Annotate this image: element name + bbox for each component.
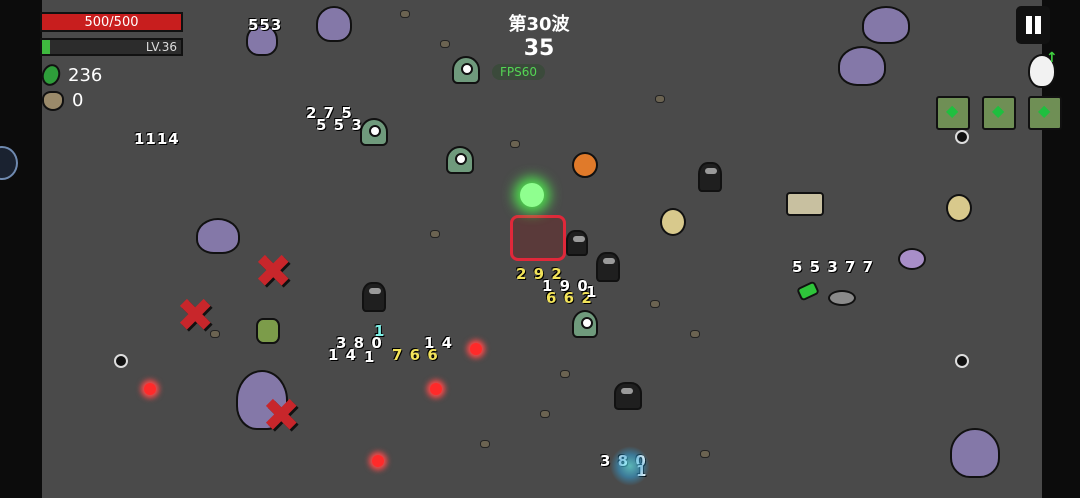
bag-icon (42, 90, 64, 111)
eyeball-enemy (660, 208, 686, 236)
arena-left-wall (0, 0, 42, 498)
health-bar: 500/500 (40, 12, 183, 32)
ghost-blob-enemy (316, 6, 352, 42)
gem-counter: 236 (38, 61, 103, 89)
rock (690, 330, 700, 338)
alien-enemy (360, 118, 388, 146)
experience-bar: LV.36 (40, 38, 183, 56)
item-crate-icon[interactable] (936, 96, 970, 130)
robot-enemy (362, 282, 386, 312)
hit-effect (610, 446, 650, 486)
experience-bar-fill (42, 40, 51, 54)
mine-icon (828, 290, 856, 306)
damage-number: 553 (248, 16, 283, 34)
zombie-enemy (256, 318, 280, 344)
exp-orb (955, 130, 969, 144)
rock (480, 440, 490, 448)
gem-count: 236 (68, 64, 103, 86)
rock (655, 95, 665, 103)
damage-number: 1 (586, 283, 598, 301)
danger-marker-icon: ✖ (254, 244, 293, 298)
wave-timer: 35 (523, 36, 555, 61)
damage-number: 1114 (134, 130, 180, 148)
rock (540, 410, 550, 418)
alien-enemy (452, 56, 480, 84)
damage-number: 1 (364, 348, 376, 366)
ghost-blob-enemy (196, 218, 240, 254)
fps-counter: FPS60 (492, 64, 546, 80)
turret-enemy (786, 192, 824, 216)
enemy-bullet (470, 343, 482, 355)
bag-count: 0 (72, 90, 84, 111)
danger-marker-icon: ✖ (262, 388, 301, 442)
level-text: LV.36 (145, 40, 177, 54)
robot-enemy (596, 252, 620, 282)
robot-enemy (614, 382, 642, 410)
enemy-bullet (144, 383, 156, 395)
enemy-bullet (372, 455, 384, 467)
item-crate-icon[interactable] (1028, 96, 1062, 130)
rock (430, 230, 440, 238)
player-character (500, 183, 570, 265)
damage-number: 1 (374, 322, 386, 340)
damage-number: 5 5 3 (316, 116, 363, 134)
rock (440, 40, 450, 48)
alien-enemy (572, 310, 598, 338)
damage-number: 1 4 (424, 334, 454, 352)
drone-enemy (572, 152, 598, 178)
gem-pickup-icon (795, 280, 821, 302)
alien-enemy (446, 146, 474, 174)
upgrade-arrow-icon: ↑ (1046, 50, 1058, 66)
rock (700, 450, 710, 458)
spider-enemy (898, 248, 926, 270)
ghost-blob-enemy (862, 6, 910, 44)
rock (400, 10, 410, 18)
health-text: 500/500 (84, 15, 139, 30)
item-crate-icon[interactable] (982, 96, 1016, 130)
exp-orb (114, 354, 128, 368)
robot-enemy (698, 162, 722, 192)
damage-number: 5 5 3 7 7 (792, 258, 875, 276)
rock (560, 370, 570, 378)
eyeball-enemy (946, 194, 972, 222)
pause-icon[interactable] (1016, 6, 1050, 44)
danger-marker-icon: ✖ (176, 288, 215, 342)
wave-label: 第30波 (508, 14, 570, 35)
enemy-bullet (430, 383, 442, 395)
rock (510, 140, 520, 148)
rock (650, 300, 660, 308)
gem-icon (38, 61, 64, 89)
damage-number: 1 4 (328, 346, 358, 364)
ghost-blob-enemy (950, 428, 1000, 478)
bag-counter: 0 (42, 90, 83, 111)
ghost-blob-enemy (838, 46, 886, 86)
exp-orb (955, 354, 969, 368)
